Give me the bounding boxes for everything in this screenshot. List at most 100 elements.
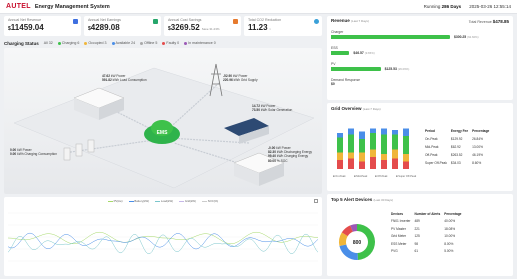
grid-bar-segment xyxy=(348,134,354,153)
trend-series-line xyxy=(8,232,318,250)
status-occupied[interactable]: Occupied 3 xyxy=(84,41,107,45)
table-row: PVG 61 5.00% xyxy=(391,249,454,254)
donut-total: 800 xyxy=(353,240,362,246)
status-maintenance[interactable]: In maintenance 0 xyxy=(184,41,216,45)
grid-overview-card: Grid Overview (Last 7 Days) ■ On-Peak ■ M… xyxy=(327,103,513,191)
cloud-icon xyxy=(314,19,319,24)
grid-legend-item[interactable]: ■ Off-Peak xyxy=(375,174,388,178)
table-row: PV Master 221 18.08% xyxy=(391,226,456,231)
revenue-bar xyxy=(331,35,450,39)
revenue-bar xyxy=(331,67,381,71)
total-revenue: Total Revenue $478.85 xyxy=(468,19,509,24)
grid-bar-segment xyxy=(403,154,409,162)
running-days: Running 286 Days xyxy=(423,4,462,9)
solar-generation-label: 14.72 kW Power 73.50 kWh Solar Generation xyxy=(252,104,293,113)
grid-bar-segment xyxy=(337,137,343,153)
grid-supply-label: -52.90 kW Power 220.96 kWh Grid Supply xyxy=(223,74,258,83)
grid-bar-segment xyxy=(337,160,343,169)
revenue-title: Revenue (Last 7 Days) xyxy=(331,18,369,23)
legend-pv[interactable]: PV(kw) xyxy=(107,199,123,203)
table-row: FN01 Inverter 489 40.00% xyxy=(391,219,456,224)
alerts-title: Top 5 Alert Devices (Last 30 Days) xyxy=(331,197,394,202)
grid-bar-segment xyxy=(370,149,376,157)
grid-bar-segment xyxy=(403,128,409,136)
table-row: On-Peak $129.92 26.84% xyxy=(425,137,483,141)
revenue-card: Revenue (Last 7 Days) Total Revenue $478… xyxy=(327,16,513,100)
grid-legend-item[interactable]: ■ Mid-Peak xyxy=(354,174,368,178)
energy-flow-diagram: EMS 47.62 kW Power 591.82 kWh Load Consum… xyxy=(4,48,322,194)
grid-bar-segment xyxy=(381,128,387,135)
grid-bar-segment xyxy=(348,128,354,135)
grid-legend-item[interactable]: ■ Super Off-Peak xyxy=(396,174,417,178)
status-faulty[interactable]: Faulty 0 xyxy=(162,41,179,45)
grid-bar-segment xyxy=(392,134,398,150)
revenue-bar-value: $0 xyxy=(331,82,335,86)
legend-grid[interactable]: Grid(kW) xyxy=(179,199,196,203)
grid-bar-segment xyxy=(370,157,376,169)
grid-bar-segment xyxy=(359,152,365,162)
grid-bar-segment xyxy=(370,133,376,150)
grid-bar-segment xyxy=(359,131,365,139)
storage-label: -0.00 kW Power 82.30 kWh Discharging Ener… xyxy=(268,146,312,163)
grid-bar-segment xyxy=(403,161,409,169)
grid-bar-segment xyxy=(392,158,398,169)
grid-bar-segment xyxy=(359,139,365,153)
grid-bar-segment xyxy=(392,130,398,135)
grid-bar-segment xyxy=(348,152,354,159)
grid-bar-segment xyxy=(337,152,343,160)
svg-text:EMS: EMS xyxy=(157,130,169,136)
current-datetime: 2025-03-26 12:55:14 xyxy=(469,4,511,9)
grid-bar-segment xyxy=(392,149,398,159)
grid-bar-segment xyxy=(348,158,354,169)
grid-bar-segment xyxy=(381,154,387,160)
table-row: ESS Meter 98 8.00% xyxy=(391,241,454,246)
kpi-co2-reduction: Total CO2 Reduction 11.23 t xyxy=(244,16,322,36)
status-offline[interactable]: Offline 5 xyxy=(140,41,157,45)
charging-consumption-label: 0.00 kW Power 0.00 kWh Charging Consumpti… xyxy=(10,148,57,157)
donut-slice xyxy=(339,244,358,260)
kpi-annual-net-earnings: Annual Net Earnings $4289.08 xyxy=(84,16,161,36)
grid-stacked-bar-chart: ■ On-Peak ■ Mid-Peak ■ Off-Peak ■ Super Off… xyxy=(333,128,417,178)
expand-icon[interactable] xyxy=(314,199,318,203)
earnings-icon xyxy=(153,19,158,24)
energy-flow-illustration: EMS xyxy=(13,63,315,189)
grid-bar-segment xyxy=(370,128,376,133)
revenue-bar-value: $125.53 (26.06%) xyxy=(384,67,410,71)
revenue-bar-value: $300.25 (62.60%) xyxy=(453,35,479,39)
table-row: Super Off-Peak $34.03 8.60% xyxy=(425,161,482,165)
grid-bar-segment xyxy=(381,160,387,169)
revenue-source-label: Demand Response xyxy=(331,78,361,82)
revenue-bar xyxy=(331,51,350,55)
status-available[interactable]: Available 24 xyxy=(111,41,135,45)
grid-bar-segment xyxy=(337,133,343,138)
legend-battery[interactable]: Battery(kW) xyxy=(128,199,149,203)
brand-logo: AUTEL xyxy=(6,3,31,10)
grid-bar-segment xyxy=(359,161,365,169)
legend-soc[interactable]: SOC(%) xyxy=(202,199,218,203)
savings-icon xyxy=(233,19,238,24)
table-row: Mid-Peak $62.92 13.00% xyxy=(425,145,483,149)
revenue-source-label: Charger xyxy=(331,30,344,34)
alert-devices-card: Top 5 Alert Devices (Last 30 Days) 800 D… xyxy=(327,194,513,276)
grid-bar-segment xyxy=(381,134,387,154)
grid-legend-item[interactable]: ■ On-Peak xyxy=(333,174,346,178)
header-status: Running 286 Days 2025-03-26 12:55:14 xyxy=(424,4,511,9)
legend-load[interactable]: Load(kW) xyxy=(155,199,173,203)
charging-status-bar: Charging Status All 32 Charging 6 Occupi… xyxy=(4,40,216,46)
kpi-annual-cost-savings: Annual Cost Savings $3269.52 Save 31.23% xyxy=(164,16,241,36)
top-header: AUTEL Energy Management System Running 2… xyxy=(0,0,517,14)
revenue-source-label: ESS xyxy=(331,46,338,50)
status-charging[interactable]: Charging 6 xyxy=(57,41,79,45)
power-trend-chart: PV(kw) Battery(kW) Load(kW) Grid(kW) SOC… xyxy=(4,197,322,276)
table-row: Off-Peak $263.52 46.19% xyxy=(425,153,483,157)
revenue-bar-value: $46.57 (9.65%) xyxy=(353,51,375,55)
load-consumption-label: 47.62 kW Power 591.82 kWh Load Consumptio… xyxy=(102,74,147,83)
grid-bar-segment xyxy=(403,136,409,154)
revenue-icon xyxy=(73,19,78,24)
kpi-annual-net-revenue: Annual Net Revenue $11459.04 xyxy=(4,16,81,36)
alerts-donut-chart: 800 xyxy=(339,224,375,260)
trend-plot xyxy=(8,212,318,262)
status-all[interactable]: All 32 xyxy=(44,41,53,45)
revenue-source-label: PV xyxy=(331,62,336,66)
chart-legend: PV(kw) Battery(kW) Load(kW) Grid(kW) SOC… xyxy=(4,199,322,203)
